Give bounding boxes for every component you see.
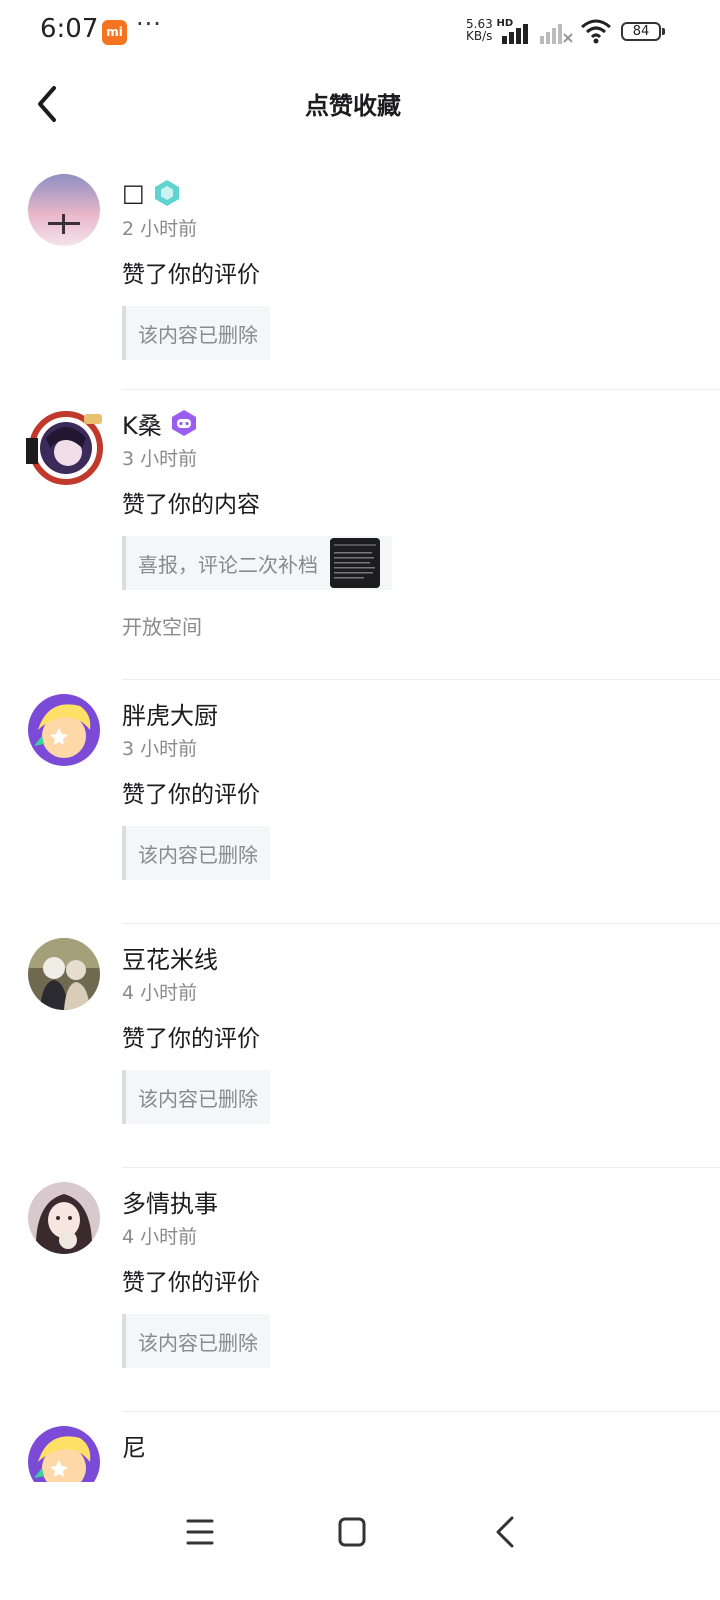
system-back-button[interactable] bbox=[476, 1508, 532, 1556]
avatar-photo-image bbox=[28, 938, 100, 1010]
action-text: 赞了你的内容 bbox=[122, 492, 260, 518]
feed-item[interactable]: 尼 bbox=[0, 1412, 720, 1482]
battery-icon: 84 bbox=[621, 22, 661, 41]
feed-item[interactable]: 多情执事 4 小时前 赞了你的评价 该内容已删除 bbox=[0, 1168, 720, 1411]
quoted-content-text: 该内容已删除 bbox=[138, 322, 258, 347]
document-thumbnail-image bbox=[330, 538, 380, 588]
quoted-content-text: 该内容已删除 bbox=[138, 1330, 258, 1355]
avatar[interactable] bbox=[28, 1182, 100, 1254]
content-thumbnail bbox=[330, 538, 380, 588]
likes-feed[interactable]: □ 2 小时前 赞了你的评价 该内容已删除 K桑 3 小时前 赞了你的内容 喜报… bbox=[0, 160, 720, 1482]
feed-item[interactable]: 豆花米线 4 小时前 赞了你的评价 该内容已删除 bbox=[0, 924, 720, 1167]
username[interactable]: □ bbox=[122, 179, 145, 207]
username[interactable]: 豆花米线 bbox=[122, 940, 218, 975]
username[interactable]: 多情执事 bbox=[122, 1184, 218, 1219]
menu-icon bbox=[186, 1519, 214, 1545]
signal-strength-icon bbox=[502, 24, 528, 44]
avatar-sky-image bbox=[28, 174, 100, 246]
system-nav-bar bbox=[0, 1482, 720, 1600]
avatar-anime-girl-image bbox=[28, 1182, 100, 1254]
username[interactable]: 尼 bbox=[122, 1428, 146, 1463]
avatar[interactable] bbox=[28, 938, 100, 1010]
timestamp: 2 小时前 bbox=[122, 218, 198, 240]
avatar-anime-image bbox=[26, 411, 103, 485]
page-title: 点赞收藏 bbox=[305, 92, 401, 120]
home-square-icon bbox=[338, 1517, 366, 1547]
quoted-content-text: 该内容已删除 bbox=[138, 842, 258, 867]
avatar[interactable] bbox=[28, 694, 100, 766]
feed-item[interactable]: □ 2 小时前 赞了你的评价 该内容已删除 bbox=[0, 160, 720, 389]
avatar-cartoon-image bbox=[28, 1426, 100, 1482]
signal-no-service-icon bbox=[540, 24, 573, 44]
username[interactable]: K桑 bbox=[122, 406, 162, 441]
timestamp: 3 小时前 bbox=[122, 448, 198, 470]
quoted-content[interactable]: 该内容已删除 bbox=[122, 826, 270, 880]
avatar[interactable] bbox=[28, 174, 100, 246]
network-speed-unit: KB/s bbox=[466, 29, 493, 43]
username[interactable]: 胖虎大厨 bbox=[122, 696, 218, 731]
quoted-content[interactable]: 该内容已删除 bbox=[122, 306, 270, 360]
avatar-cartoon-image bbox=[28, 694, 100, 766]
content-source[interactable]: 开放空间 bbox=[122, 612, 720, 642]
avatar[interactable] bbox=[24, 408, 103, 485]
more-notifications-icon: ··· bbox=[136, 10, 162, 38]
timestamp: 3 小时前 bbox=[122, 738, 198, 760]
action-text: 赞了你的评价 bbox=[122, 1270, 260, 1296]
quoted-content[interactable]: 该内容已删除 bbox=[122, 1070, 270, 1124]
quoted-content[interactable]: 喜报，评论二次补档 bbox=[122, 536, 392, 590]
quoted-content-text: 该内容已删除 bbox=[138, 1086, 258, 1111]
page-header: 点赞收藏 bbox=[0, 64, 720, 144]
quoted-content-text: 喜报，评论二次补档 bbox=[138, 552, 318, 577]
back-triangle-icon bbox=[496, 1516, 514, 1548]
action-text: 赞了你的评价 bbox=[122, 262, 260, 288]
feed-item[interactable]: 胖虎大厨 3 小时前 赞了你的评价 该内容已删除 bbox=[0, 680, 720, 923]
action-text: 赞了你的评价 bbox=[122, 1026, 260, 1052]
quoted-content[interactable]: 该内容已删除 bbox=[122, 1314, 270, 1368]
battery-tip bbox=[662, 28, 665, 35]
feed-item[interactable]: K桑 3 小时前 赞了你的内容 喜报，评论二次补档 开放空间 bbox=[0, 390, 720, 679]
gamepad-badge-icon bbox=[171, 410, 196, 436]
timestamp: 4 小时前 bbox=[122, 982, 198, 1004]
action-text: 赞了你的评价 bbox=[122, 782, 260, 808]
wifi-icon bbox=[581, 19, 611, 44]
mi-app-icon: mi bbox=[102, 20, 127, 45]
recents-button[interactable] bbox=[172, 1508, 228, 1556]
hexagon-badge-icon bbox=[154, 180, 179, 206]
status-time: 6:07 bbox=[40, 14, 99, 44]
home-button[interactable] bbox=[324, 1508, 380, 1556]
timestamp: 4 小时前 bbox=[122, 1226, 198, 1248]
avatar[interactable] bbox=[28, 1426, 100, 1482]
status-bar: 6:07 mi ··· 5.63 HD KB/s 84 bbox=[0, 0, 720, 64]
